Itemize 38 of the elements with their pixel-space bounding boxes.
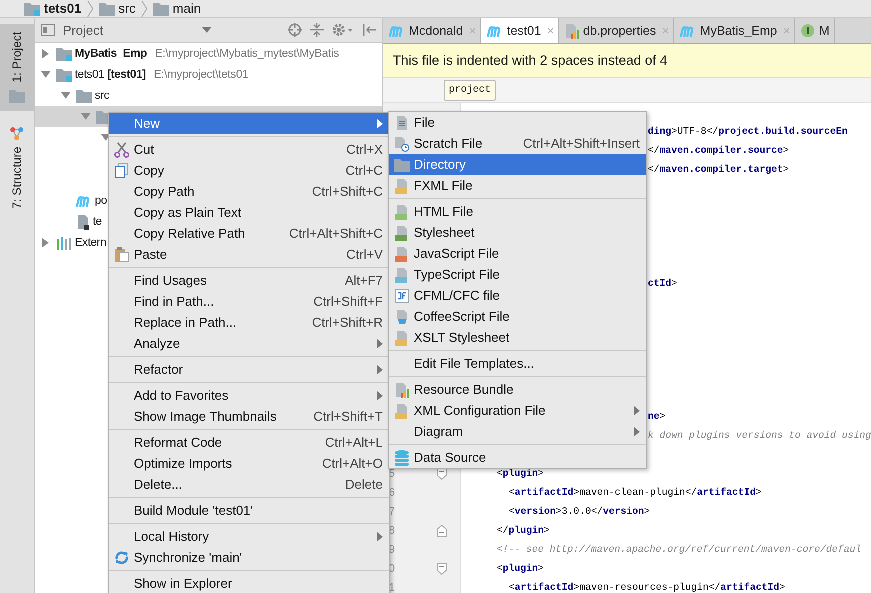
shortcut-label: Ctrl+Shift+T [314, 409, 383, 424]
shortcut-label: Ctrl+Shift+R [312, 315, 383, 330]
code-line: <plugin> [497, 468, 544, 479]
path-label: E:\myproject\tets01 [154, 68, 249, 80]
line-number: 7 [388, 506, 396, 518]
code-line: <plugin> [497, 563, 544, 574]
tree-label: src [95, 90, 110, 102]
panel-title: Project [63, 22, 104, 38]
notification-banner: This file is indented with 2 spaces instead of 4 [383, 44, 871, 78]
code-line: ctId> [648, 278, 678, 289]
line-number: 1 [388, 582, 396, 593]
shortcut-label: Ctrl+C [346, 163, 383, 178]
code-line: <artifactId>maven-clean-plugin</artifactId> [509, 487, 762, 498]
shortcut-label: Ctrl+Alt+L [325, 435, 383, 450]
code-line: <artifactId>maven-resources-plugin</artifactId> [509, 582, 786, 593]
code-line: </maven.compiler.target> [648, 164, 790, 175]
path-label: E:\myproject\Mybatis_mytest\MyBatis [155, 48, 340, 60]
code-line: </plugin> [497, 525, 550, 536]
code-line: <version>3.0.0</version> [509, 506, 650, 517]
code-line: ne> [648, 411, 666, 422]
code-line: <!-- see http://maven.apache.org/ref/current/maven-core/defaul [497, 544, 862, 555]
tree-label: po [95, 194, 108, 206]
code-line: ding>UTF-8</project.build.sourceEn [648, 126, 848, 137]
shortcut-label: Ctrl+Alt+O [322, 456, 383, 471]
tree-label: te [93, 216, 102, 228]
shortcut-label: Ctrl+Alt+Shift+Insert [523, 136, 640, 151]
shortcut-label: Ctrl+V [346, 247, 383, 262]
tree-label: tets01 [test01] [75, 68, 146, 80]
code-line: </maven.compiler.source> [648, 145, 790, 156]
shortcut-label: Delete [345, 477, 383, 492]
shortcut-label: Ctrl+X [346, 142, 383, 157]
shortcut-label: Ctrl+Shift+C [312, 184, 383, 199]
tree-label: MyBatis_Emp [75, 48, 148, 60]
shortcut-label: Ctrl+Alt+Shift+C [289, 226, 383, 241]
tree-label: Extern [75, 236, 106, 248]
code-line: k down plugins versions to avoid using [648, 430, 871, 441]
shortcut-label: Alt+F7 [345, 273, 383, 288]
shortcut-label: Ctrl+Shift+F [314, 294, 383, 309]
